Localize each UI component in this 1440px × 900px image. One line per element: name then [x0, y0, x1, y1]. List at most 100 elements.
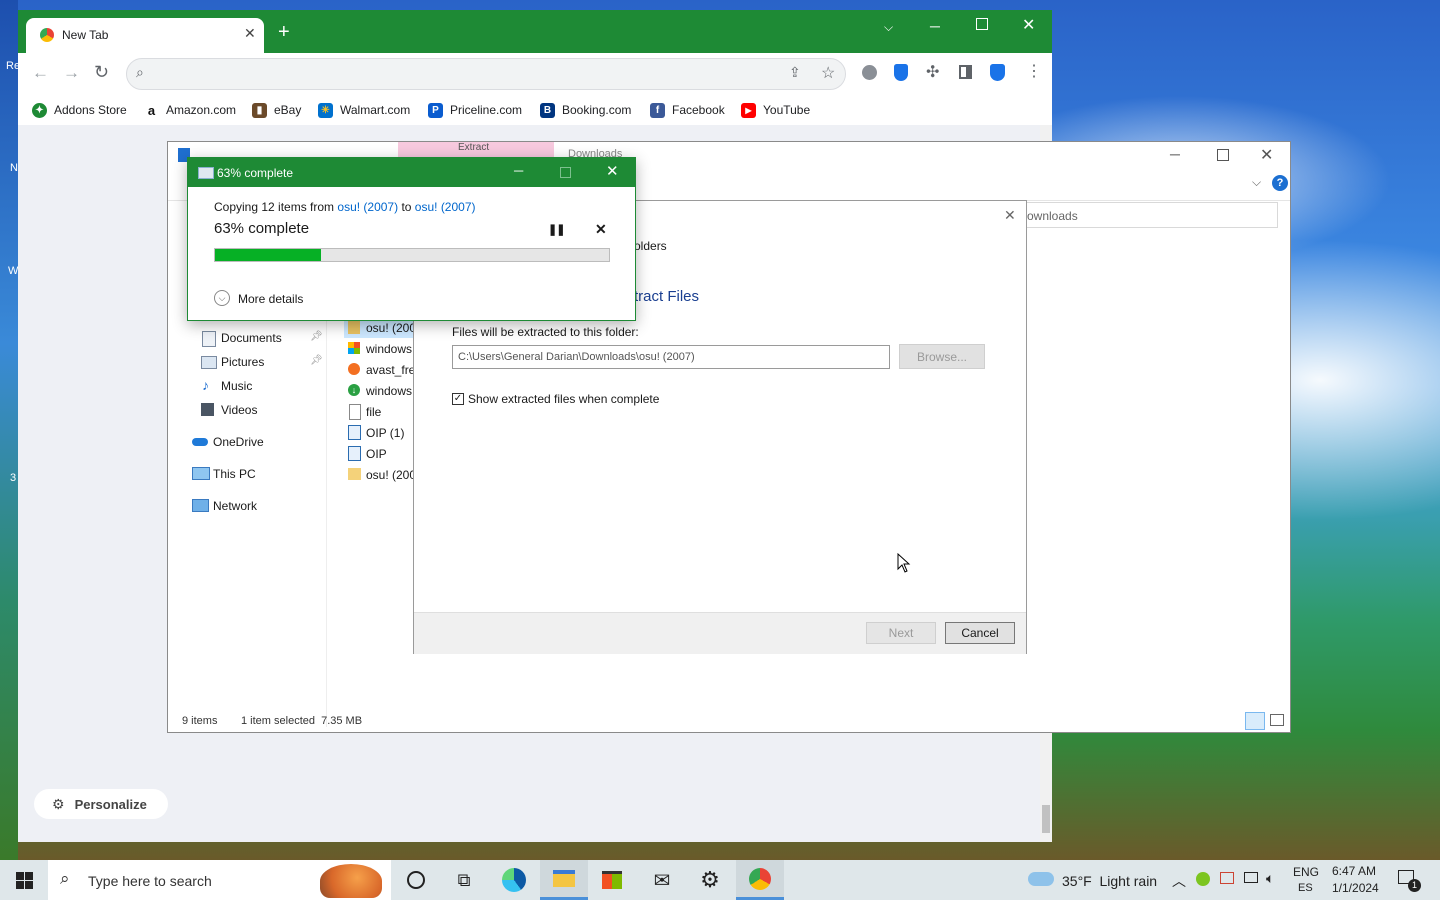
- copy-description: Copying 12 items from osu! (2007) to osu…: [214, 200, 476, 214]
- side-panel-icon[interactable]: [959, 65, 972, 79]
- settings-taskbar-button[interactable]: ⚙: [686, 860, 734, 900]
- dialog-close-icon[interactable]: ✕: [1004, 207, 1016, 224]
- maximize-icon[interactable]: [976, 18, 988, 30]
- scrollbar-thumb[interactable]: [1042, 805, 1050, 833]
- list-item[interactable]: osu! (200: [344, 318, 416, 338]
- bookmark-walmart[interactable]: ✳ Walmart.com: [318, 95, 410, 125]
- tray-app-icon[interactable]: [1196, 872, 1210, 886]
- bookmark-youtube[interactable]: ▶ YouTube: [741, 95, 810, 125]
- list-item[interactable]: OIP (1): [344, 423, 414, 443]
- details-view-icon[interactable]: [1245, 712, 1265, 730]
- tab-close-icon[interactable]: ✕: [244, 25, 256, 42]
- tray-security-icon[interactable]: [1220, 872, 1234, 884]
- list-item[interactable]: file: [344, 402, 414, 422]
- cloud-shape: [1028, 872, 1054, 886]
- browser-tab[interactable]: New Tab ✕: [26, 18, 264, 53]
- nav-item-pictures[interactable]: Pictures 📌︎: [200, 353, 330, 373]
- browser-taskbar-button[interactable]: [736, 860, 784, 900]
- mail-taskbar-button[interactable]: ✉: [638, 860, 686, 900]
- extension-shield-icon[interactable]: [862, 65, 877, 80]
- bookmark-star-icon[interactable]: ☆: [821, 63, 835, 83]
- maximize-icon[interactable]: [1217, 149, 1229, 161]
- clock-time[interactable]: 6:47 AM: [1332, 864, 1376, 878]
- network-icon[interactable]: [1244, 872, 1258, 883]
- nav-item-network[interactable]: Network: [192, 497, 328, 517]
- minimize-icon[interactable]: ─: [1170, 146, 1180, 162]
- list-item[interactable]: avast_fre: [344, 360, 415, 380]
- minimize-icon[interactable]: ─: [930, 18, 940, 34]
- language-top[interactable]: ENG: [1293, 865, 1319, 879]
- search-highlight-fox-icon[interactable]: [320, 864, 382, 898]
- cortana-button[interactable]: [392, 860, 440, 900]
- list-item[interactable]: windows: [344, 339, 414, 359]
- list-item[interactable]: OIP: [344, 444, 414, 464]
- close-icon[interactable]: ✕: [1260, 145, 1273, 165]
- store-taskbar-button[interactable]: [588, 860, 636, 900]
- source-link[interactable]: osu! (2007): [337, 200, 398, 214]
- taskbar-search-box[interactable]: ⌕ Type here to search: [48, 860, 391, 900]
- desktop-icon-label[interactable]: W: [8, 265, 18, 277]
- file-icon: [349, 404, 361, 420]
- close-icon[interactable]: ✕: [606, 162, 619, 180]
- desktop-icon-label[interactable]: N: [10, 162, 18, 174]
- notifications-button[interactable]: 1: [1396, 868, 1421, 892]
- pane-divider: [326, 307, 327, 727]
- nav-item-videos[interactable]: Videos: [200, 401, 330, 421]
- cancel-button[interactable]: Cancel: [945, 622, 1015, 644]
- back-arrow-icon[interactable]: ←: [32, 63, 49, 83]
- edge-taskbar-button[interactable]: [490, 860, 538, 900]
- list-item[interactable]: ↓ windows: [344, 381, 414, 401]
- share-icon[interactable]: ⇪: [789, 64, 801, 81]
- browse-button[interactable]: Browse...: [899, 344, 985, 369]
- language-bottom[interactable]: ES: [1298, 882, 1313, 894]
- minimize-icon[interactable]: ─: [514, 163, 523, 178]
- new-tab-button[interactable]: +: [278, 22, 290, 42]
- task-view-button[interactable]: ⧉: [440, 860, 488, 900]
- bookmark-amazon[interactable]: a Amazon.com: [144, 95, 236, 125]
- address-bar[interactable]: ⌕ ⇪ ☆: [126, 58, 846, 90]
- extension-lock-icon[interactable]: [894, 64, 908, 81]
- start-button[interactable]: [0, 860, 48, 900]
- nav-item-documents[interactable]: Documents 📌︎: [200, 329, 330, 349]
- clock-date[interactable]: 1/1/2024: [1332, 881, 1379, 895]
- menu-dots-icon[interactable]: ⋮: [1026, 61, 1042, 81]
- weather-text[interactable]: 35°F Light rain: [1062, 873, 1157, 889]
- forward-arrow-icon[interactable]: →: [63, 63, 80, 83]
- bookmark-ebay[interactable]: ▮ eBay: [252, 95, 301, 125]
- folder-icon: [553, 870, 575, 887]
- bookmark-facebook[interactable]: f Facebook: [650, 95, 725, 125]
- nav-item-this-pc[interactable]: This PC: [192, 465, 328, 485]
- bookmark-priceline[interactable]: P Priceline.com: [428, 95, 522, 125]
- close-icon[interactable]: ✕: [1022, 15, 1035, 35]
- security-extension-icon[interactable]: [990, 64, 1005, 81]
- cancel-copy-icon[interactable]: ✕: [595, 221, 607, 238]
- volume-muted-icon[interactable]: 🔈︎: [1266, 870, 1274, 887]
- nav-item-onedrive[interactable]: OneDrive: [192, 433, 328, 453]
- personalize-button[interactable]: ⚙ Personalize: [34, 789, 168, 819]
- show-files-checkbox[interactable]: ✓: [452, 393, 464, 405]
- destination-path-input[interactable]: [452, 345, 890, 369]
- list-item[interactable]: osu! (200: [344, 465, 416, 485]
- reload-icon[interactable]: ↻: [94, 62, 109, 83]
- file-explorer-taskbar-button[interactable]: [540, 860, 588, 900]
- large-icons-view-icon[interactable]: [1270, 714, 1284, 726]
- extensions-puzzle-icon[interactable]: ✣: [926, 62, 939, 82]
- tab-search-chevron-icon[interactable]: ⌵: [884, 20, 893, 35]
- more-details-toggle[interactable]: ⌵ More details: [214, 290, 334, 310]
- bookmark-addons-store[interactable]: ✦ Addons Store: [32, 95, 127, 125]
- search-box[interactable]: ownloads: [1026, 202, 1278, 228]
- desktop-icon-label[interactable]: 3: [10, 472, 16, 484]
- documents-icon: [202, 331, 216, 347]
- weather-icon[interactable]: [1028, 868, 1054, 890]
- hidden-icons-chevron-icon[interactable]: ︿: [1172, 871, 1186, 891]
- help-icon[interactable]: ?: [1272, 175, 1288, 191]
- next-button[interactable]: Next: [866, 622, 936, 644]
- address-input[interactable]: [159, 63, 763, 87]
- nav-item-music[interactable]: ♪ Music: [200, 377, 330, 397]
- destination-link[interactable]: osu! (2007): [415, 200, 476, 214]
- ribbon-expand-chevron-icon[interactable]: ⌵: [1252, 175, 1261, 190]
- pin-icon[interactable]: 📌︎: [310, 331, 323, 342]
- pause-icon[interactable]: ❚❚: [548, 223, 565, 236]
- bookmark-booking[interactable]: B Booking.com: [540, 95, 631, 125]
- pin-icon[interactable]: 📌︎: [310, 355, 323, 366]
